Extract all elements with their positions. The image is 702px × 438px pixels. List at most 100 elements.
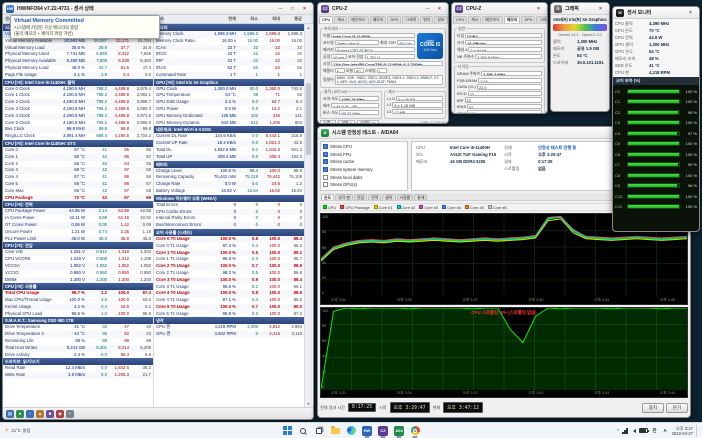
record-button[interactable]: ● [16, 409, 24, 418]
tab-메인보드[interactable]: 메인보드 [348, 16, 369, 23]
sensor-group-header[interactable]: 냉각 [154, 317, 304, 325]
sensor-row[interactable]: Physical CPU Load 98.5 % 1.0 100.0 86.9 [3, 311, 153, 318]
close-icon[interactable]: × [434, 4, 445, 13]
legend-item[interactable]: Core #4 [442, 205, 461, 210]
speaker-icon[interactable] [631, 428, 636, 433]
checkbox-unchecked[interactable] [323, 174, 328, 180]
sensor-row[interactable]: Battery Voltage 15.82 V 15.64 16.02 15.84 [154, 188, 304, 195]
sensor-row[interactable]: CPU VCORE 1.248 V 0.608 1.312 1.198 [3, 256, 153, 263]
sensor-group-header[interactable]: CPU [#0]: 전력 [3, 201, 153, 209]
graph-button[interactable]: ▲ [36, 409, 44, 418]
sensor-row[interactable]: Core 0 Clock 4,190.5 MHz 798.2 4,489.8 3,976… [3, 85, 153, 93]
sensor-row[interactable]: Command Rate 1 T 1 1 1 [154, 71, 304, 79]
sensor-row[interactable]: tCAS 22 T 22 22 22 [154, 44, 304, 52]
sensor-row[interactable]: Remaining Capacity 76,442 mWh 75,218 76,442… [154, 174, 304, 181]
clock-button[interactable]: ○ [26, 409, 34, 418]
sensor-row[interactable]: CPU 팬 4,218 RPM 2,406 4,812 3,984 [154, 324, 304, 331]
hwinfo-taskbar-icon[interactable]: HW [361, 424, 374, 438]
legend-item[interactable]: Core #1 [373, 205, 393, 210]
tab-그래픽[interactable]: 그래픽 [402, 16, 420, 23]
stress-option[interactable]: ✓ Stress FPU [323, 151, 405, 159]
sensor-row[interactable]: Core 0 T0 Usage 100.0 % 0.8 100.0 88.4 [154, 235, 304, 243]
sensor-row[interactable]: PL1 Power Limit 45.0 W 45.0 45.0 45.0 [3, 235, 153, 243]
sensor-row[interactable]: Core Max 69 °C 42 97 68 [3, 188, 153, 195]
sensor-row[interactable]: Total Errors 0 0 0 0 [154, 202, 304, 209]
sensor-row[interactable]: Drive Activity 2.4 % 0.0 86.3 6.8 [3, 352, 153, 359]
stress-option[interactable]: ✓ Stress system memory [323, 166, 405, 174]
sensor-row[interactable]: GT Cores Power 0.06 W 0.00 1.42 0.09 [3, 221, 153, 229]
ime-language[interactable]: 한 [651, 427, 659, 435]
legend-item[interactable]: CPU [323, 205, 336, 210]
sensor-row[interactable]: Core 3 Clock 4,190.5 MHz 798.2 4,489.8 3,990… [3, 106, 153, 113]
sensor-row[interactable]: Kernel Usage 4.2 % 0.4 18.6 5.1 [3, 303, 153, 311]
tab-벤치[interactable]: 벤치 [420, 16, 434, 23]
close-button[interactable]: 닫기 [665, 402, 688, 413]
sensor-group-header[interactable]: CPU [#0]: Intel Core i5-11400H: 클럭 [3, 78, 153, 86]
sensor-row[interactable]: Charge Rate 0.0 W 0.0 24.6 1.2 [154, 181, 304, 188]
tab-냉각 팬[interactable]: 냉각 팬 [335, 193, 353, 200]
tab-전압[interactable]: 전압 [354, 193, 368, 200]
tab-사용률[interactable]: 사용률 [396, 193, 414, 200]
tab-CPU[interactable]: CPU [453, 16, 468, 23]
sensor-row[interactable]: Core 5 T0 Usage 100.0 % 0.7 100.0 89.0 [154, 303, 304, 311]
sensor-row[interactable]: Core 2 T0 Usage 100.0 % 0.7 100.0 88.9 [154, 263, 304, 270]
sensor-row[interactable]: Virtual Memory Load 35.6 % 28.9 37.7 34.8 [3, 44, 153, 52]
sensor-group-header[interactable]: GPU [#0]: Intel Iris Xe Graphics [154, 78, 304, 86]
stress-option[interactable]: ✓ Stress cache [323, 158, 405, 166]
scrollbar-thumb[interactable] [306, 82, 311, 155]
tab-그래픽[interactable]: 그래픽 [536, 16, 547, 23]
minimize-icon[interactable]: ─ [422, 4, 433, 13]
sensor-row[interactable]: Total Host Writes 8,214 GB 8,201 8,214 8,208 [3, 344, 153, 352]
legend-item[interactable]: Core #2 [396, 205, 415, 210]
monitor-titlebar[interactable]: M 센서 모니터 × [613, 7, 699, 19]
sensor-row[interactable]: Core 1 68 °C 42 96 67 [3, 153, 153, 161]
sensor-row[interactable]: Current DL Rate 124.6 KB/s 0.0 8,442.1 216.8 [154, 133, 304, 140]
tab-캐시[interactable]: 캐시 [468, 16, 482, 23]
taskview-button[interactable] [313, 424, 326, 438]
layout-button[interactable]: ■ [46, 409, 54, 418]
sensor-row[interactable]: Physical Memory Load 48.0 % 42.7 51.6 47.4 [3, 65, 153, 72]
sensor-row[interactable]: Core VID 1.251 V 0.612 1.318 1.204 [3, 249, 153, 257]
sensor-row[interactable]: Total UP 208.4 MB 0.0 208.4 104.2 [154, 153, 304, 161]
scrollbar[interactable]: ▲ ▼ [304, 24, 312, 407]
sensor-row[interactable]: Physical Memory Used 7,741 MB 6,893 8,322 7,… [3, 51, 153, 58]
show-desktop-button[interactable] [696, 424, 699, 437]
sensor-row[interactable]: Core 3 T0 Usage 100.0 % 0.9 100.0 89.4 [154, 276, 304, 284]
sensor-row[interactable]: VCCSA 1.052 V 1.052 1.052 1.052 [3, 262, 153, 270]
tab-SPD[interactable]: SPD [387, 16, 402, 23]
sensor-row[interactable]: CPU Package 70 °C 43 97 69 [3, 194, 153, 202]
tab-캐시[interactable]: 캐시 [334, 16, 348, 23]
sensor-row[interactable]: Core 1 T1 Usage 96.8 % 0.3 100.0 85.7 [154, 256, 304, 263]
legend-item[interactable]: Core #6 [487, 205, 507, 210]
sensor-row[interactable]: Read Rate 12.4 MB/s 0.0 1,842.6 38.2 [3, 365, 153, 372]
settings-button[interactable]: + [66, 409, 74, 418]
scrollbar-down-button[interactable]: ▼ [305, 400, 312, 407]
tab-통계[interactable]: 통계 [414, 193, 428, 200]
chevron-up-icon[interactable]: ^ [617, 428, 619, 433]
hwinfo-titlebar[interactable]: HW HWiNFO64 v7.22-4731 - 센서 상태 ─ □ × [3, 3, 313, 15]
tab-메모리[interactable]: 메모리 [503, 16, 521, 23]
close-icon[interactable]: × [299, 4, 310, 13]
tab-온도[interactable]: 온도 [321, 193, 335, 200]
sensor-row[interactable]: Total DL 1,842.6 MB 0.0 1,842.6 921.3 [154, 147, 304, 154]
tab-전력[interactable]: 전력 [368, 193, 382, 200]
sensor-row[interactable]: GPU Power 0.9 W 0.0 14.2 2.1 [154, 106, 304, 113]
sensor-row[interactable]: Physical Memory Available 8,390 MB 7,809 9,… [3, 58, 153, 65]
sensor-row[interactable]: CPU Cache Errors 0 0 0 0 [154, 208, 304, 216]
legend-item[interactable]: Core #5 [465, 205, 484, 210]
sensor-row[interactable]: Bus Clock 99.8 MHz 99.8 99.8 99.8 [3, 126, 153, 134]
sensor-row[interactable]: IA Cores Power 42.11 W 0.88 62.46 40.02 [3, 215, 153, 222]
sensor-row[interactable]: GPU Memory Dynamic 842 MB 512 1,206 804 [154, 120, 304, 127]
sensor-row[interactable]: Core 3 69 °C 42 97 68 [3, 167, 153, 175]
sensor-row[interactable]: Drive Temperature 41 °C 33 47 40 [3, 324, 153, 331]
graphics-titlebar[interactable]: G 그래픽 × [551, 3, 609, 15]
sensor-row[interactable]: Memory Clock 1,596.3 MHz 1,596.3 1,596.3 1,5… [154, 31, 304, 38]
close-icon[interactable]: × [595, 4, 606, 13]
cpuz-memory-titlebar[interactable]: CZ CPU-Z × [452, 3, 547, 15]
sensor-row[interactable]: Core 1 T0 Usage 100.0 % 0.6 100.0 89.1 [154, 249, 304, 257]
stop-button[interactable]: 중지 [641, 402, 664, 413]
sensor-group-header[interactable]: S.M.A.R.T.: Samsung SSD 980 1TB [3, 317, 153, 325]
sensor-row[interactable]: Core 5 T1 Usage 98.8 % 0.6 100.0 87.2 [154, 311, 304, 318]
sensor-row[interactable]: Write Rate 3.8 MB/s 0.0 1,205.3 21.7 [3, 372, 153, 380]
scrollbar-up-button[interactable]: ▲ [305, 24, 312, 31]
